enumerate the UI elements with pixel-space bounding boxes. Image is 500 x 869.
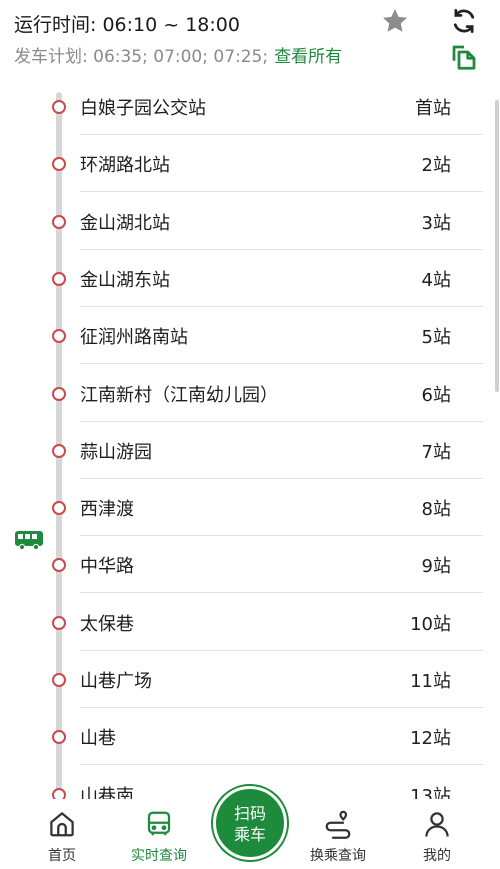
home-icon (50, 812, 74, 837)
station-index: 7站 (421, 441, 451, 463)
nav-home[interactable]: 首页 (17, 809, 107, 865)
nav-realtime-label: 实时查询 (131, 848, 187, 864)
scan-button-line1: 扫码 (233, 804, 266, 823)
station-row[interactable]: 蒜山游园 7站 (0, 422, 500, 479)
station-dot-icon (52, 558, 66, 573)
nav-home-label: 首页 (48, 848, 76, 864)
station-name: 山巷南 (80, 785, 134, 799)
station-name: 金山湖东站 (80, 269, 170, 291)
station-name: 白娘子园公交站 (80, 98, 206, 119)
station-index: 6站 (421, 384, 451, 406)
station-name: 中华路 (80, 556, 134, 578)
nav-transfer[interactable]: 换乘查询 (293, 809, 383, 865)
station-index: 5站 (421, 327, 451, 349)
station-dot-icon (52, 501, 66, 516)
station-dot-icon (52, 787, 66, 799)
station-index: 3站 (421, 212, 451, 234)
station-list[interactable]: 白娘子园公交站 首站环湖路北站 2站金山湖北站 3站金山湖东站 4站征润州路南站 5站江南… (0, 78, 500, 799)
bottom-navigation: 首页 实时查询 扫码 乘车 换乘查询 我的 (0, 786, 500, 869)
station-row[interactable]: 白娘子园公交站 首站 (0, 78, 500, 135)
station-row[interactable]: 金山湖北站 3站 (0, 193, 500, 250)
station-dot-icon (52, 673, 66, 687)
station-name: 太保巷 (80, 613, 134, 635)
copy-icon (452, 45, 476, 70)
station-dot-icon (52, 730, 66, 745)
station-name: 山巷 (80, 728, 116, 750)
station-name: 西津渡 (80, 499, 134, 521)
scan-button-line2: 乘车 (233, 825, 266, 844)
bus-icon (15, 531, 43, 551)
station-name: 蒜山游园 (80, 441, 152, 463)
scan-to-ride-button[interactable]: 扫码 乘车 (213, 786, 287, 860)
station-index: 10站 (410, 613, 451, 635)
station-index: 12站 (410, 728, 451, 750)
station-row[interactable]: 金山湖东站 4站 (0, 250, 500, 307)
nav-mine[interactable]: 我的 (392, 809, 482, 865)
station-index: 13站 (410, 785, 451, 799)
station-index: 4站 (421, 269, 451, 291)
station-name: 征润州路南站 (80, 327, 188, 349)
station-index: 9站 (421, 556, 451, 578)
station-row[interactable]: 山巷 12站 (0, 708, 500, 766)
station-row[interactable]: 中华路 9站 (0, 536, 500, 594)
station-dot-icon (52, 214, 66, 229)
station-name: 江南新村（江南幼儿园） (80, 384, 278, 406)
station-dot-icon (52, 329, 66, 344)
scrollbar[interactable] (495, 100, 499, 392)
station-dot-icon (52, 100, 66, 114)
station-name: 环湖路北站 (80, 155, 170, 177)
station-index: 2站 (421, 155, 451, 177)
refresh-icon (453, 9, 475, 33)
person-icon (425, 812, 449, 837)
station-dot-icon (52, 157, 66, 172)
favorite-button[interactable] (380, 6, 410, 36)
refresh-button[interactable] (449, 6, 479, 36)
station-row[interactable]: 征润州路南站 5站 (0, 307, 500, 365)
station-index: 8站 (421, 499, 451, 521)
station-name: 金山湖北站 (80, 212, 170, 234)
station-dot-icon (52, 443, 66, 458)
nav-realtime[interactable]: 实时查询 (114, 809, 204, 865)
station-dot-icon (52, 386, 66, 401)
station-row[interactable]: 太保巷 10站 (0, 594, 500, 651)
line-info-header: 运行时间: 06:10 ~ 18:00 发车计划: 06:35; 07:00; … (0, 0, 500, 80)
station-dot-icon (52, 615, 66, 630)
nav-mine-label: 我的 (423, 848, 451, 864)
station-row[interactable]: 山巷广场 11站 (0, 651, 500, 708)
copy-button[interactable] (449, 42, 479, 72)
station-row[interactable]: 西津渡 8站 (0, 479, 500, 537)
station-index: 首站 (415, 98, 451, 119)
star-icon (383, 9, 407, 32)
view-all-link[interactable]: 查看所有 (274, 47, 342, 67)
station-name: 山巷广场 (80, 671, 152, 692)
bus-icon (147, 811, 171, 836)
nav-transfer-label: 换乘查询 (310, 848, 366, 864)
bus-position-marker (14, 529, 44, 551)
station-dot-icon (52, 271, 66, 286)
station-index: 11站 (410, 671, 451, 692)
station-row[interactable]: 江南新村（江南幼儿园） 6站 (0, 365, 500, 422)
route-icon (325, 810, 351, 839)
schedule-text: 发车计划: 06:35; 07:00; 07:25; (14, 47, 269, 67)
station-row[interactable]: 环湖路北站 2站 (0, 135, 500, 193)
run-time-text: 运行时间: 06:10 ~ 18:00 (14, 14, 240, 36)
bus-line-page: 运行时间: 06:10 ~ 18:00 发车计划: 06:35; 07:00; … (0, 0, 500, 869)
schedule-line: 发车计划: 06:35; 07:00; 07:25; 查看所有 (14, 42, 342, 67)
